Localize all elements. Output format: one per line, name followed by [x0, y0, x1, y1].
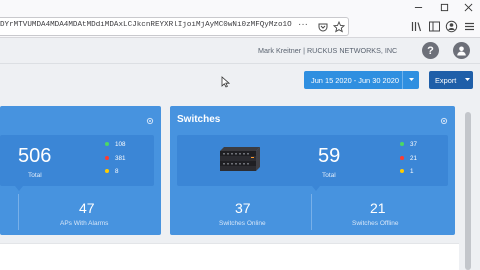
aps-status-warning: 8: [105, 167, 119, 175]
chevron-down-icon: [465, 78, 470, 81]
reader-view-icon[interactable]: [428, 20, 441, 33]
pocket-icon[interactable]: [317, 21, 329, 33]
address-bar[interactable]: DYrMTVUMDA4MDA4MDAtMDdiMDAxLCJkcnREYXRlI…: [0, 17, 349, 36]
status-dot-red: [400, 156, 404, 160]
aps-summary-panel: 506 Total 108 381 8: [0, 135, 154, 191]
switches-status-online: 37: [400, 140, 417, 148]
help-icon: ?: [427, 44, 434, 57]
help-button[interactable]: ?: [422, 42, 439, 59]
close-window-button[interactable]: [455, 0, 480, 14]
switches-status-warning: 1: [400, 167, 414, 175]
switches-online-label[interactable]: Switches Online: [219, 220, 266, 227]
date-range-picker[interactable]: Jun 15 2020 - Jun 30 2020: [304, 71, 419, 89]
switches-warning-count: 1: [410, 167, 414, 175]
switches-card: Switches 59 Total 37 21 1 37 Switches On…: [170, 106, 455, 235]
minimize-button[interactable]: [405, 0, 431, 14]
switches-offline-value[interactable]: 21: [370, 200, 386, 216]
hamburger-menu-icon[interactable]: [463, 20, 476, 33]
switches-summary-panel: 59 Total 37 21 1: [177, 135, 448, 191]
account-icon[interactable]: [445, 20, 458, 33]
user-avatar-button[interactable]: [453, 42, 470, 59]
chevron-down-icon: [409, 78, 414, 81]
bookmark-star-icon[interactable]: [333, 21, 345, 33]
aps-status-offline: 381: [105, 154, 126, 162]
status-dot-yellow: [400, 169, 404, 173]
switches-total-value: 59: [318, 145, 341, 167]
status-dot-yellow: [105, 169, 109, 173]
switches-online-count: 37: [410, 140, 418, 148]
aps-online-count: 108: [115, 140, 126, 148]
library-icon[interactable]: [410, 20, 423, 33]
aps-warning-count: 8: [115, 167, 119, 175]
aps-card: 506 Total 108 381 8 47 APs With Alarms: [0, 106, 161, 235]
panel-pointer: [312, 186, 320, 191]
status-dot-red: [105, 156, 109, 160]
aps-alarms-value[interactable]: 47: [79, 200, 95, 216]
settings-gear-icon[interactable]: [440, 117, 448, 125]
switches-offline-label[interactable]: Switches Offline: [352, 220, 398, 227]
status-dot-green: [400, 142, 404, 146]
switches-offline-count: 21: [410, 154, 418, 162]
app-header: Mark Kreitner | RUCKUS NETWORKS, INC ?: [0, 38, 480, 64]
aps-divider: [18, 194, 19, 230]
aps-offline-count: 381: [115, 154, 126, 162]
panel-pointer: [15, 186, 23, 191]
switches-total-label: Total: [322, 172, 336, 179]
switches-online-value[interactable]: 37: [235, 200, 251, 216]
page-actions-icon[interactable]: ···: [298, 19, 308, 30]
url-text[interactable]: DYrMTVUMDA4MDA4MDAtMDdiMDAxLCJkcnREYXRlI…: [0, 21, 292, 29]
switches-status-offline: 21: [400, 154, 417, 162]
aps-status-online: 108: [105, 140, 126, 148]
switches-card-title: Switches: [177, 114, 221, 125]
user-account-label[interactable]: Mark Kreitner | RUCKUS NETWORKS, INC: [258, 46, 397, 55]
date-range-separator: [402, 71, 403, 89]
mouse-cursor-icon: [221, 76, 230, 88]
network-switch-image: [220, 147, 260, 171]
lower-content-panel: [0, 243, 459, 270]
scrollbar-thumb[interactable]: [465, 112, 471, 270]
export-button[interactable]: Export: [429, 71, 473, 89]
avatar-icon: [457, 46, 466, 56]
export-label: Export: [435, 75, 457, 85]
switches-divider: [311, 194, 312, 230]
aps-alarms-label[interactable]: APs With Alarms: [60, 220, 108, 227]
date-range-label: Jun 15 2020 - Jun 30 2020: [311, 75, 399, 85]
maximize-button[interactable]: [431, 0, 457, 14]
aps-total-value: 506: [18, 145, 52, 167]
status-dot-green: [105, 142, 109, 146]
settings-gear-icon[interactable]: [146, 117, 154, 125]
browser-toolbar: DYrMTVUMDA4MDA4MDAtMDdiMDAxLCJkcnREYXRlI…: [0, 0, 480, 38]
aps-total-label: Total: [28, 172, 42, 179]
